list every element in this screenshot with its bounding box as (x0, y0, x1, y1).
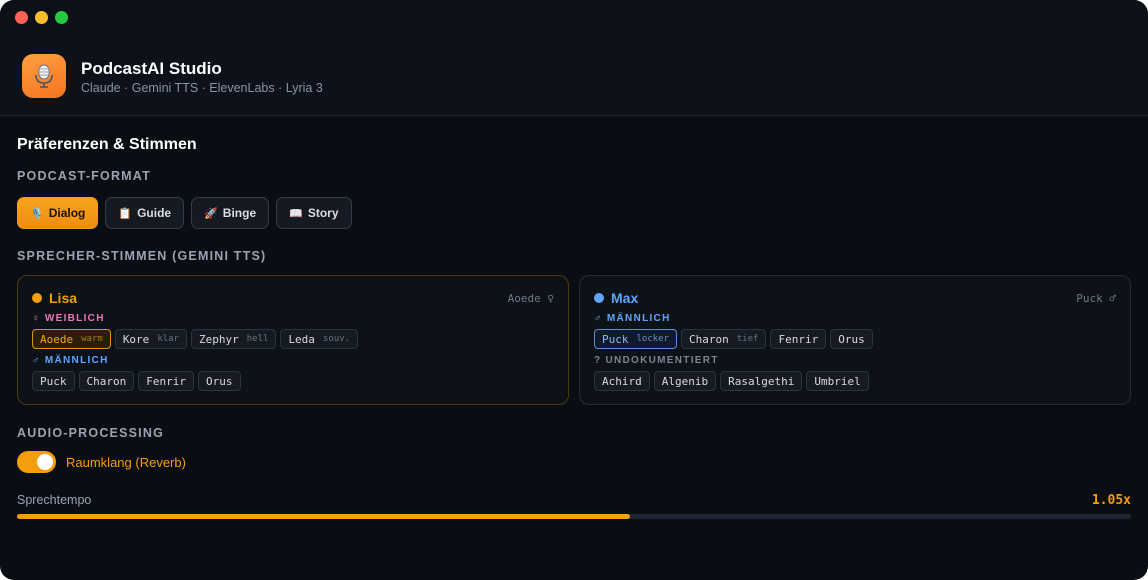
voice-name: Kore (122, 332, 150, 346)
app-header: PodcastAI Studio Claude · Gemini TTS · E… (0, 36, 1148, 116)
voice-desc: tief (736, 334, 759, 344)
voice-chip-umbriel[interactable]: Umbriel (806, 371, 869, 391)
voice-chip-list: Puck locker Charon tief Fenrir Orus (594, 329, 873, 349)
voices-section-label: SPRECHER-STIMMEN (GEMINI TTS) (17, 249, 267, 263)
speaker-name: Max (611, 290, 639, 306)
voice-name: Aoede (40, 332, 74, 346)
clipboard-icon: 📋 (118, 207, 133, 220)
voice-desc: klar (157, 334, 179, 344)
voice-chip-charon[interactable]: Charon (78, 371, 135, 391)
microphone-icon: 🎙️ (30, 207, 44, 220)
voice-chip-list: Achird Algenib Rasalgethi Umbriel (594, 371, 869, 391)
voice-chip-orus[interactable]: Orus (830, 329, 873, 349)
format-selector: 🎙️ Dialog 📋 Guide 🚀 Binge 📖 Story (17, 197, 352, 229)
voice-chip-rasalgethi[interactable]: Rasalgethi (720, 371, 803, 391)
close-window-button[interactable] (15, 11, 28, 24)
voice-name: Fenrir (146, 374, 186, 388)
voice-chip-leda[interactable]: Leda souv. (280, 329, 359, 349)
voice-desc: hell (246, 334, 269, 344)
voice-chip-list: Aoede warm Kore klar Zephyr hell Leda so… (32, 329, 359, 349)
preferences-title: Präferenzen & Stimmen (17, 136, 197, 153)
voice-chip-orus[interactable]: Orus (198, 371, 241, 391)
selected-voice: Aoede ♀ (507, 292, 554, 305)
voice-name: Algenib (661, 374, 709, 388)
speaker-color-dot (594, 293, 604, 303)
speaker-card-lisa: Lisa Aoede ♀ ♀ WEIBLICH Aoede warm Kore … (17, 275, 569, 405)
voice-chip-puck[interactable]: Puck (32, 371, 75, 391)
format-label: Story (307, 206, 339, 220)
format-button-guide[interactable]: 📋 Guide (105, 197, 185, 229)
minimize-window-button[interactable] (35, 11, 48, 24)
voice-name: Achird (602, 374, 642, 388)
maximize-window-button[interactable] (55, 11, 68, 24)
voice-name: Charon (689, 332, 729, 346)
app-window: PodcastAI Studio Claude · Gemini TTS · E… (0, 0, 1148, 580)
speaker-card-max: Max Puck ♂ ♂ MÄNNLICH Puck locker Charon… (579, 275, 1131, 405)
speaker-name: Lisa (49, 290, 78, 306)
voice-name: Rasalgethi (728, 374, 795, 388)
voice-chip-algenib[interactable]: Algenib (653, 371, 717, 391)
selected-voice: Puck ♂ (1076, 292, 1116, 305)
voice-name: Zephyr (199, 332, 239, 346)
app-title: PodcastAI Studio (81, 59, 222, 78)
voice-name: Puck (602, 332, 629, 346)
voice-chip-aoede[interactable]: Aoede warm (32, 329, 111, 349)
toggle-knob (37, 454, 53, 470)
audio-section-label: AUDIO-PROCESSING (17, 426, 164, 440)
voice-name: Orus (838, 332, 865, 346)
voice-desc: locker (636, 334, 670, 344)
tempo-label: Sprechtempo (17, 493, 92, 507)
voice-name: Umbriel (814, 374, 861, 388)
microphone-icon (22, 54, 66, 98)
voice-group-label: ♂ MÄNNLICH (594, 313, 671, 324)
voice-chip-zephyr[interactable]: Zephyr hell (191, 329, 277, 349)
voice-group-label: ♀ WEIBLICH (32, 313, 105, 324)
voice-chip-list: Puck Charon Fenrir Orus (32, 371, 241, 391)
book-icon: 📖 (289, 207, 303, 220)
title-bar (0, 0, 1148, 36)
rocket-icon: 🚀 (204, 207, 218, 220)
voice-chip-achird[interactable]: Achird (594, 371, 650, 391)
format-label: Guide (137, 206, 172, 220)
voice-chip-kore[interactable]: Kore klar (114, 329, 187, 349)
voice-chip-charon[interactable]: Charon tief (681, 329, 767, 349)
voice-name: Puck (40, 374, 67, 388)
format-button-story[interactable]: 📖 Story (276, 197, 352, 229)
tempo-slider[interactable] (17, 514, 1131, 519)
app-subtitle: Claude · Gemini TTS · ElevenLabs · Lyria… (81, 81, 323, 95)
voice-desc: warm (81, 334, 103, 344)
voice-name: Fenrir (778, 332, 819, 346)
speaker-color-dot (32, 293, 42, 303)
voice-name: Charon (86, 374, 127, 388)
reverb-toggle[interactable] (17, 451, 56, 473)
format-button-binge[interactable]: 🚀 Binge (191, 197, 270, 229)
voice-name: Leda (288, 332, 315, 346)
voice-name: Orus (206, 374, 233, 388)
reverb-label: Raumklang (Reverb) (66, 455, 186, 470)
voice-chip-fenrir[interactable]: Fenrir (770, 329, 827, 349)
voice-group-label: ♂ MÄNNLICH (32, 355, 109, 366)
voice-chip-fenrir[interactable]: Fenrir (138, 371, 194, 391)
format-label: Binge (222, 206, 257, 220)
tempo-value: 1.05x (1091, 493, 1131, 508)
format-label: Dialog (48, 206, 86, 220)
tempo-slider-fill (17, 514, 630, 519)
voice-chip-puck[interactable]: Puck locker (594, 329, 678, 349)
voice-desc: souv. (322, 334, 351, 344)
voice-group-label: ? UNDOKUMENTIERT (594, 355, 719, 366)
format-section-label: PODCAST-FORMAT (17, 169, 151, 183)
format-button-dialog[interactable]: 🎙️ Dialog (17, 197, 99, 229)
